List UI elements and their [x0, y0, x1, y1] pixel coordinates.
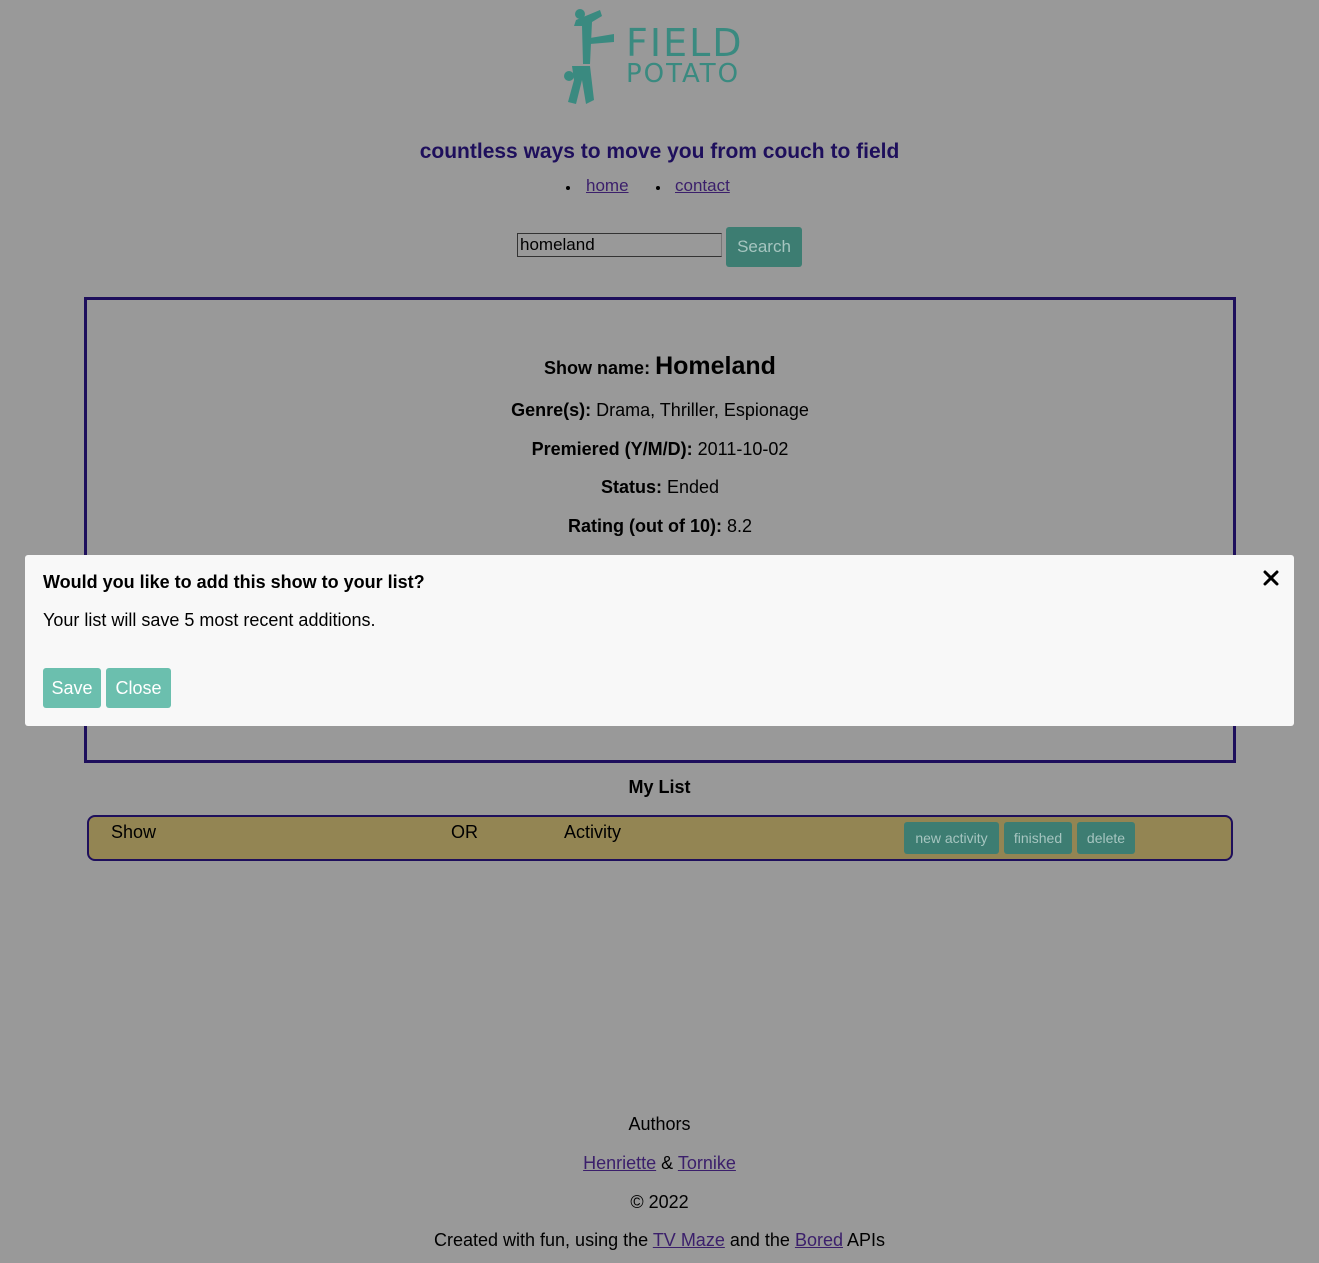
authors-heading: Authors	[628, 1114, 691, 1134]
rating-label: Rating (out of 10):	[567, 516, 722, 536]
credit-mid: and the	[729, 1230, 790, 1250]
premiered-row: Premiered (Y/M/D): 2011-10-02	[87, 439, 1233, 460]
add-show-modal: Would you like to add this show to your …	[25, 555, 1294, 726]
logo-graphic: FIELD POTATO	[564, 9, 742, 104]
search-button[interactable]: Search	[726, 227, 802, 267]
field-potato-logo: FIELD POTATO	[556, 4, 766, 108]
new-activity-button[interactable]: new activity	[904, 822, 999, 854]
logo-text-line2: POTATO	[626, 59, 740, 89]
search-input[interactable]	[517, 233, 722, 257]
close-button[interactable]: Close	[106, 668, 171, 708]
status-row: Status: Ended	[87, 477, 1233, 498]
premiered-label: Premiered (Y/M/D):	[531, 439, 693, 459]
modal-title: Would you like to add this show to your …	[43, 572, 425, 592]
premiered-value: 2011-10-02	[697, 439, 789, 459]
tagline: countless ways to move you from couch to…	[419, 140, 900, 163]
rating-row: Rating (out of 10): 8.2	[87, 516, 1233, 537]
main-nav: home contact	[560, 176, 760, 200]
status-label: Status:	[600, 477, 662, 497]
list-item-activity: Activity	[564, 822, 622, 842]
bullet-icon	[566, 186, 570, 190]
genres-value: Drama, Thriller, Espionage	[596, 400, 809, 420]
credit-prefix: Created with fun, using the	[433, 1230, 649, 1250]
show-name-label: Show name:	[544, 358, 651, 378]
bored-api-link[interactable]: Bored	[795, 1230, 843, 1250]
show-name-row: Show name: Homeland	[87, 352, 1233, 381]
status-value: Ended	[666, 477, 720, 497]
author-separator: &	[661, 1153, 674, 1173]
finished-button[interactable]: finished	[1004, 822, 1072, 854]
modal-body-text: Your list will save 5 most recent additi…	[43, 610, 376, 630]
bullet-icon	[656, 186, 660, 190]
nav-link-home[interactable]: home	[586, 176, 629, 196]
author-link-henriette[interactable]: Henriette	[583, 1153, 656, 1173]
rating-value: 8.2	[726, 516, 753, 536]
author-link-tornike[interactable]: Tornike	[678, 1153, 736, 1173]
close-icon[interactable]	[1262, 569, 1280, 587]
save-button[interactable]: Save	[43, 668, 101, 708]
tv-maze-link[interactable]: TV Maze	[653, 1230, 725, 1250]
nav-link-contact[interactable]: contact	[675, 176, 730, 196]
credits-line: Created with fun, using the TV Maze and …	[0, 1230, 1319, 1251]
list-item-show: Show	[111, 822, 157, 842]
my-list-title: My List	[628, 777, 691, 797]
list-item-or: OR	[451, 822, 478, 842]
delete-button[interactable]: delete	[1077, 822, 1135, 854]
list-item: Show OR Activity new activity finished d…	[87, 815, 1233, 861]
show-name: Homeland	[655, 352, 776, 380]
genres-row: Genre(s): Drama, Thriller, Espionage	[87, 400, 1233, 421]
authors-line: Henriette & Tornike	[0, 1153, 1319, 1174]
copyright: © 2022	[630, 1192, 689, 1212]
credit-suffix: APIs	[847, 1230, 886, 1250]
genres-label: Genre(s):	[511, 400, 592, 420]
